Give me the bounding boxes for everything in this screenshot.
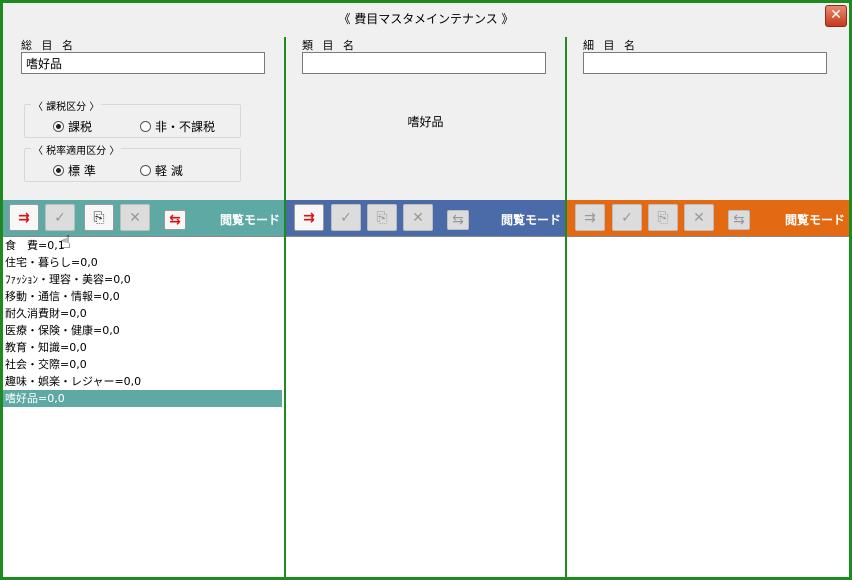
- move-row-icon: ⇆: [733, 212, 745, 228]
- insert-row-button[interactable]: ⇉: [294, 204, 324, 231]
- close-button[interactable]: ✕: [825, 5, 847, 27]
- list-item[interactable]: 住宅・暮らし=0,0: [3, 254, 284, 271]
- copy-button[interactable]: ⎘: [648, 204, 678, 231]
- list-item[interactable]: 趣味・娯楽・レジャー=0,0: [3, 373, 284, 390]
- radio-selected-icon: [53, 121, 64, 132]
- delete-x-icon: ✕: [129, 209, 141, 226]
- radio-reduced-label: 軽 減: [155, 164, 183, 178]
- delete-x-icon: ✕: [412, 209, 424, 226]
- copy-doc-icon: ⎘: [376, 209, 388, 226]
- copy-button[interactable]: ⎘: [84, 204, 114, 231]
- list-item[interactable]: 食 費=0,1: [3, 237, 284, 254]
- radio-taxable[interactable]: 課税: [53, 118, 92, 135]
- list-item[interactable]: 耐久消費財=0,0: [3, 305, 284, 322]
- soumoku-list[interactable]: 食 費=0,1 住宅・暮らし=0,0 ﾌｧｯｼｮﾝ・理容・美容=0,0 移動・通…: [3, 236, 284, 577]
- delete-button[interactable]: ✕: [403, 204, 433, 231]
- column-saimoku: 細 目 名 ⇉ ✓ ⎘ ✕ ⇆ 閲覧モード: [567, 37, 849, 577]
- saimoku-label: 細 目 名: [583, 39, 638, 52]
- radio-standard[interactable]: 標 準: [53, 162, 96, 179]
- radio-reduced[interactable]: 軽 減: [140, 162, 183, 179]
- tax-category-group: 〈 課税区分 〉 課税 非・不課税: [24, 98, 241, 138]
- ruimoku-input[interactable]: [302, 52, 546, 74]
- checkmark-icon: ✓: [54, 209, 66, 226]
- insert-row-icon: ⇉: [18, 209, 30, 226]
- radio-standard-label: 標 準: [68, 164, 96, 178]
- delete-button[interactable]: ✕: [120, 204, 150, 231]
- list-item[interactable]: 医療・保険・健康=0,0: [3, 322, 284, 339]
- column-ruimoku: 類 目 名 嗜好品 ⇉ ✓ ⎘ ✕ ⇆ 閲覧モード: [286, 37, 565, 577]
- move-row-icon: ⇆: [452, 212, 464, 228]
- delete-x-icon: ✕: [693, 209, 705, 226]
- confirm-button[interactable]: ✓: [45, 204, 75, 231]
- insert-row-icon: ⇉: [584, 209, 596, 226]
- list-item[interactable]: 移動・通信・情報=0,0: [3, 288, 284, 305]
- mode-label: 閲覧モード: [219, 213, 280, 227]
- hand-cursor-icon: ☝: [60, 232, 71, 253]
- insert-row-icon: ⇉: [303, 209, 315, 226]
- saimoku-input[interactable]: [583, 52, 827, 74]
- mode-label: 閲覧モード: [500, 213, 561, 227]
- list-item-selected[interactable]: 嗜好品=0,0: [3, 390, 282, 407]
- checkmark-icon: ✓: [340, 209, 352, 226]
- confirm-button[interactable]: ✓: [331, 204, 361, 231]
- ruimoku-list[interactable]: [286, 236, 565, 577]
- insert-row-button[interactable]: ⇉: [575, 204, 605, 231]
- move-row-button[interactable]: ⇆: [164, 210, 186, 230]
- mode-label: 閲覧モード: [784, 213, 845, 227]
- list-item[interactable]: 教育・知識=0,0: [3, 339, 284, 356]
- move-row-button[interactable]: ⇆: [447, 210, 469, 230]
- copy-doc-icon: ⎘: [93, 209, 105, 226]
- copy-doc-icon: ⎘: [657, 209, 669, 226]
- column-soumoku: 総 目 名 嗜好品 〈 課税区分 〉 課税 非・不課税 〈 税率適用区分 〉 標…: [3, 37, 284, 577]
- radio-taxable-label: 課税: [68, 120, 93, 134]
- copy-button[interactable]: ⎘: [367, 204, 397, 231]
- delete-button[interactable]: ✕: [684, 204, 714, 231]
- main-window: 《 費目マスタメインテナンス 》 ✕ 総 目 名 嗜好品 〈 課税区分 〉 課税…: [0, 0, 852, 580]
- radio-nontaxable-label: 非・不課税: [155, 120, 216, 134]
- window-title: 《 費目マスタメインテナンス 》: [338, 12, 514, 26]
- soumoku-label: 総 目 名: [21, 39, 76, 52]
- saimoku-toolbar: ⇉ ✓ ⎘ ✕ ⇆ 閲覧モード: [567, 200, 849, 236]
- radio-unselected-icon: [140, 121, 151, 132]
- confirm-button[interactable]: ✓: [612, 204, 642, 231]
- checkmark-icon: ✓: [621, 209, 633, 226]
- tax-rate-group: 〈 税率適用区分 〉 標 準 軽 減: [24, 142, 241, 182]
- list-item[interactable]: ﾌｧｯｼｮﾝ・理容・美容=0,0: [3, 271, 284, 288]
- radio-unselected-icon: [140, 165, 151, 176]
- move-row-icon: ⇆: [169, 212, 181, 228]
- move-row-button[interactable]: ⇆: [728, 210, 750, 230]
- list-item[interactable]: 社会・交際=0,0: [3, 356, 284, 373]
- parent-name-text: 嗜好品: [407, 115, 444, 129]
- radio-selected-icon: [53, 165, 64, 176]
- soumoku-input[interactable]: 嗜好品: [21, 52, 265, 74]
- ruimoku-toolbar: ⇉ ✓ ⎘ ✕ ⇆ 閲覧モード: [286, 200, 565, 236]
- ruimoku-label: 類 目 名: [302, 39, 357, 52]
- radio-nontaxable[interactable]: 非・不課税: [140, 118, 215, 135]
- saimoku-list[interactable]: [567, 236, 849, 577]
- soumoku-toolbar: ⇉ ✓ ⎘ ✕ ⇆ 閲覧モード: [3, 200, 284, 236]
- tax-rate-label: 〈 税率適用区分 〉: [31, 142, 122, 157]
- insert-row-button[interactable]: ⇉: [9, 204, 39, 231]
- tax-category-label: 〈 課税区分 〉: [31, 98, 102, 113]
